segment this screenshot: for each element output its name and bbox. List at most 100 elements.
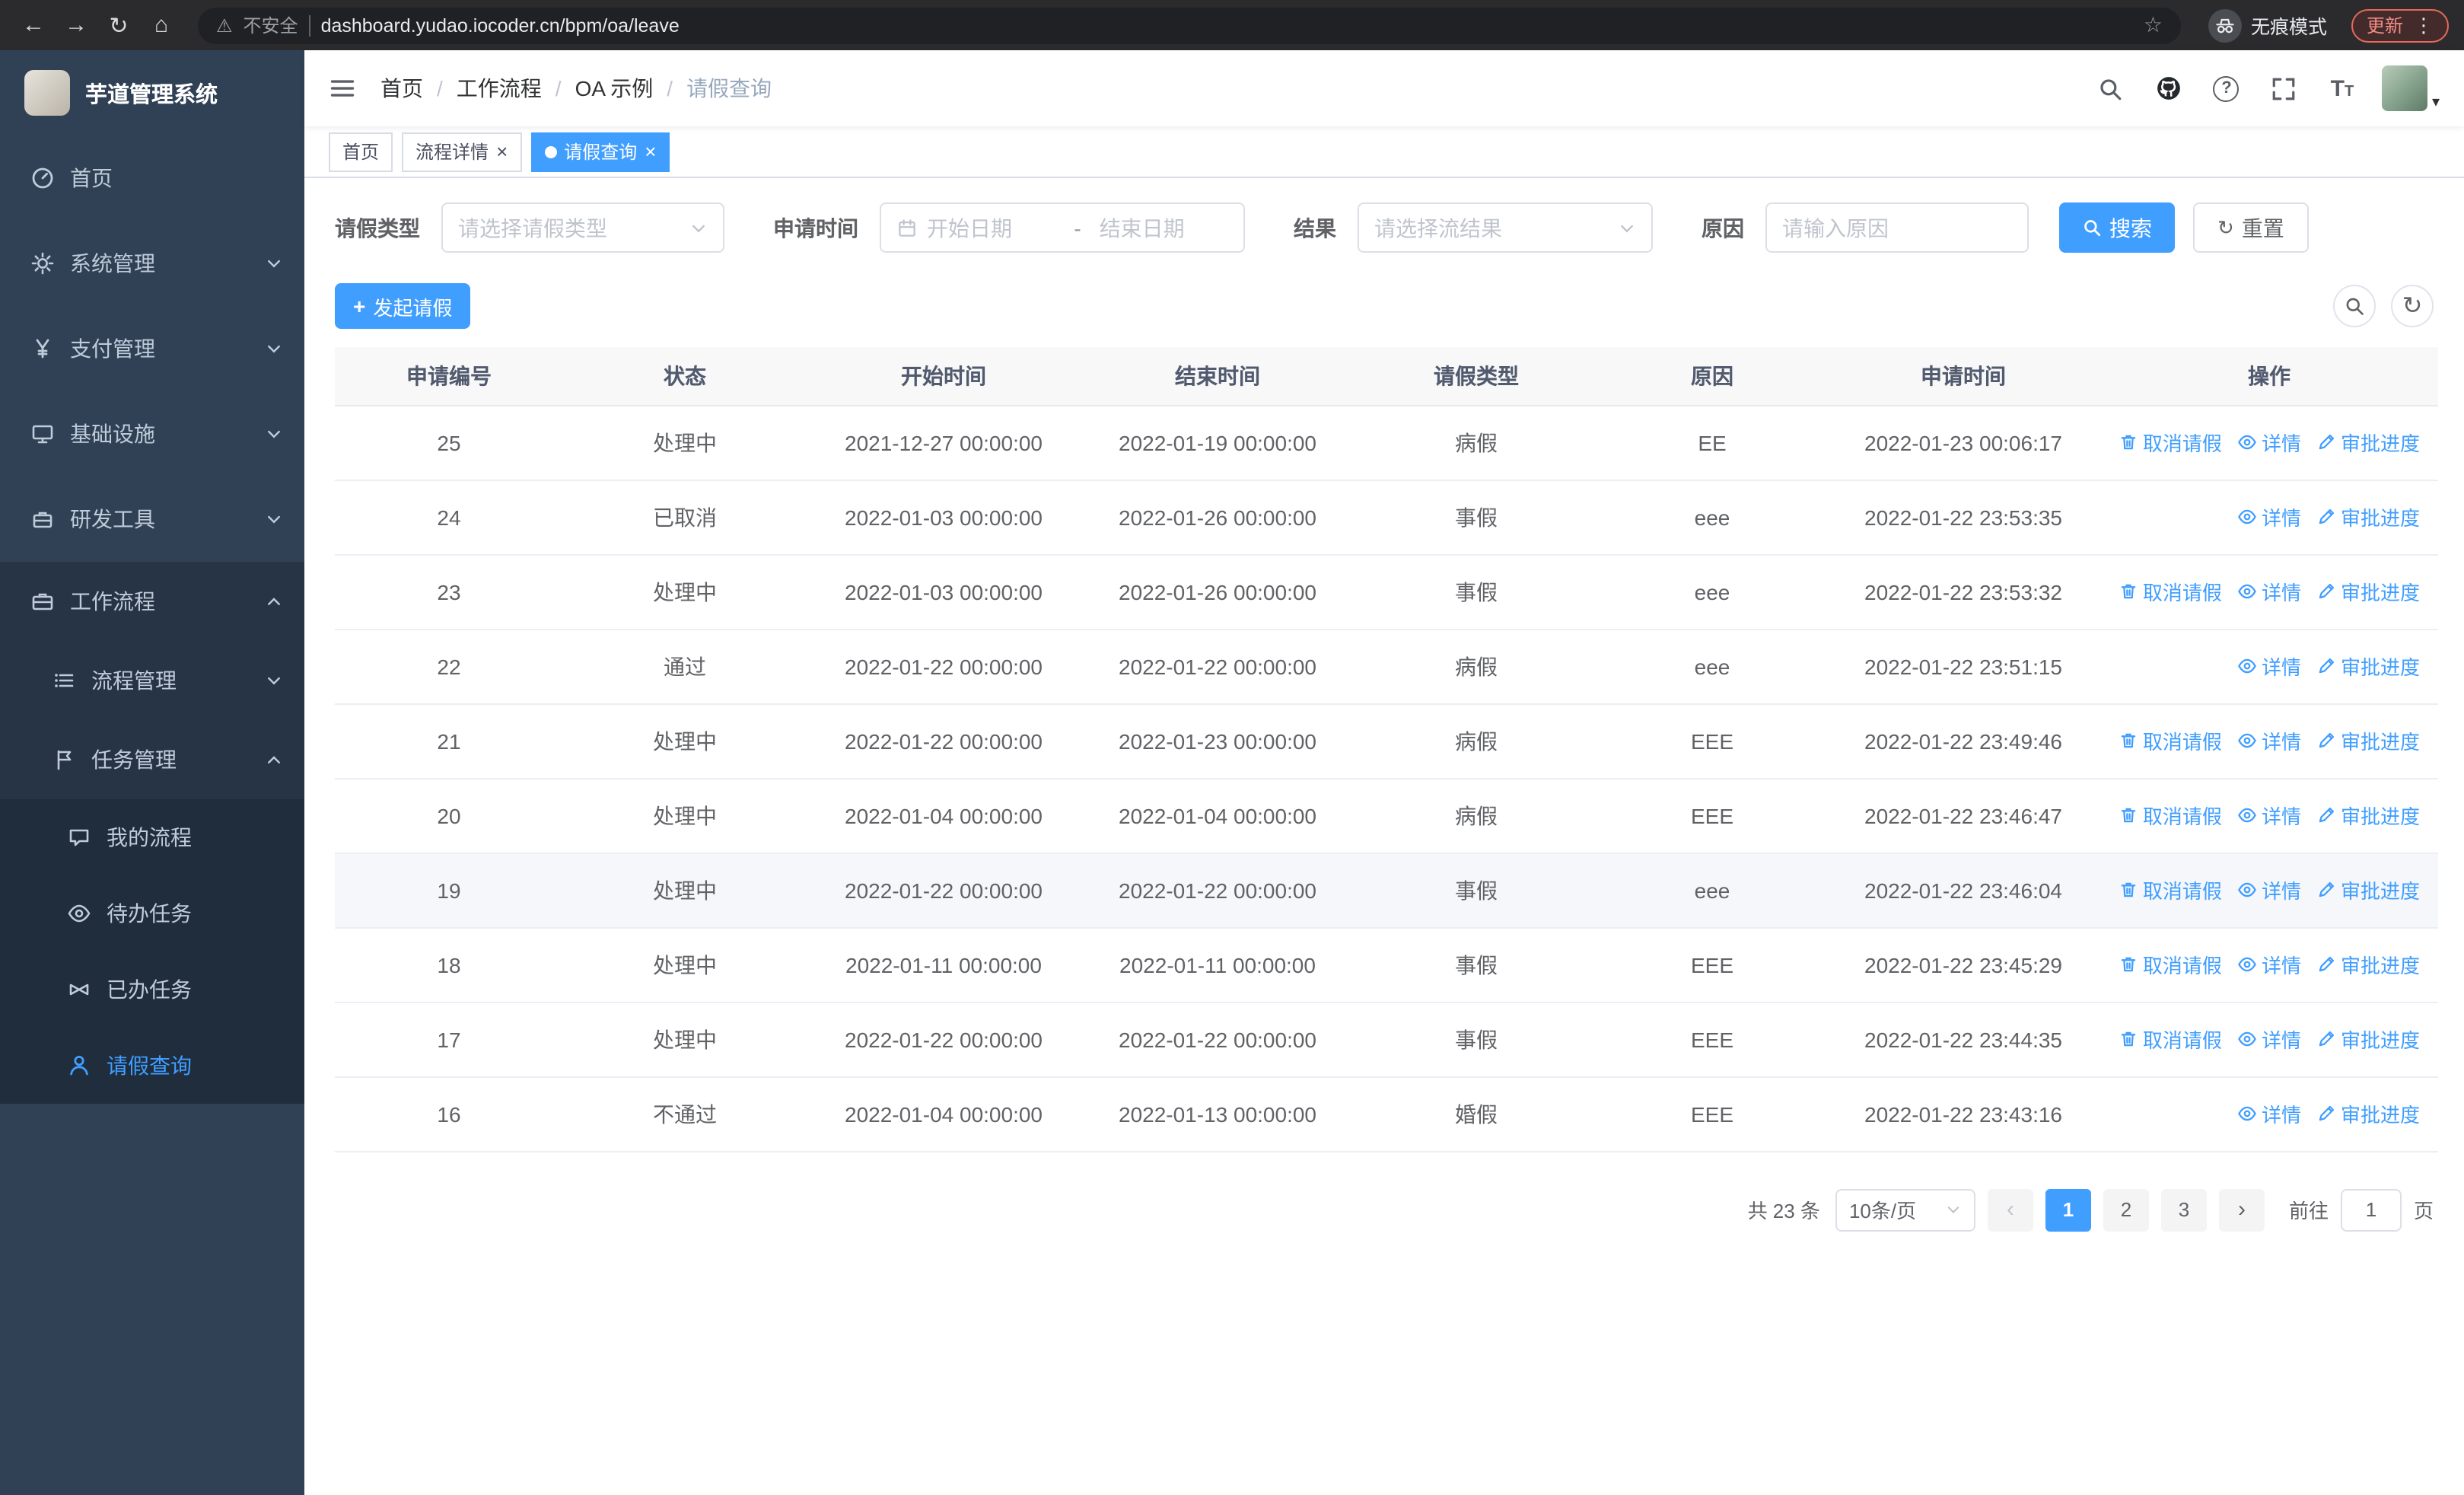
user-menu[interactable]: ▾ (2381, 65, 2440, 111)
flag-icon (57, 750, 72, 770)
sidebar-item-leave-query[interactable]: 请假查询 (0, 1028, 304, 1104)
cell-apply-time: 2022-01-22 23:44:35 (1826, 1002, 2100, 1077)
sidebar-item-done-tasks[interactable]: 已办任务 (0, 952, 304, 1028)
create-leave-button[interactable]: + 发起请假 (335, 283, 471, 329)
not-secure-label[interactable]: 不安全 (244, 12, 298, 38)
sidebar-item-devtools[interactable]: 研发工具 (0, 477, 304, 562)
sidebar-item-system[interactable]: 系统管理 (0, 221, 304, 306)
tab-process-detail[interactable]: 流程详情 × (402, 132, 522, 171)
page-size-select[interactable]: 10条/页 (1835, 1188, 1975, 1231)
row-op-progress[interactable]: 审批进度 (2316, 801, 2420, 830)
row-op-detail[interactable]: 详情 (2237, 726, 2301, 755)
row-op-progress[interactable]: 审批进度 (2316, 652, 2420, 681)
row-op-cancel[interactable]: 取消请假 (2119, 950, 2222, 979)
sidebar-collapse-button[interactable] (329, 75, 356, 102)
col-status: 状态 (563, 347, 807, 406)
fullscreen-button[interactable] (2266, 70, 2303, 107)
breadcrumb-oa-example[interactable]: OA 示例 (575, 73, 654, 104)
url-text[interactable]: dashboard.yudao.iocoder.cn/bpm/oa/leave (321, 14, 680, 36)
page-jump-input[interactable] (2340, 1188, 2402, 1231)
breadcrumb-home[interactable]: 首页 (380, 73, 423, 104)
row-op-cancel[interactable]: 取消请假 (2119, 428, 2222, 457)
page-button-3[interactable]: 3 (2160, 1188, 2207, 1231)
row-op-progress[interactable]: 审批进度 (2316, 875, 2420, 904)
row-op-cancel[interactable]: 取消请假 (2119, 726, 2222, 755)
row-op-detail[interactable]: 详情 (2237, 875, 2301, 904)
row-op-detail[interactable]: 详情 (2237, 428, 2301, 457)
close-icon[interactable]: × (645, 142, 656, 161)
sidebar-item-todo-tasks[interactable]: 待办任务 (0, 875, 304, 952)
sidebar-item-process-mgmt[interactable]: 流程管理 (0, 641, 304, 720)
row-op-detail[interactable]: 详情 (2237, 502, 2301, 531)
row-op-detail[interactable]: 详情 (2237, 1025, 2301, 1054)
search-button[interactable]: 搜索 (2059, 202, 2175, 253)
update-label[interactable]: 更新 (2367, 12, 2403, 38)
browser-update-button[interactable]: 更新 ⋮ (2351, 8, 2449, 42)
app-logo-row[interactable]: 芋道管理系统 (0, 50, 304, 135)
font-size-button[interactable]: TT (2324, 70, 2361, 107)
toggle-search-button[interactable] (2333, 285, 2376, 327)
row-op-progress[interactable]: 审批进度 (2316, 1025, 2420, 1054)
row-op-cancel[interactable]: 取消请假 (2119, 1025, 2222, 1054)
start-date-input[interactable]: 开始日期 (927, 212, 1055, 243)
refresh-table-button[interactable]: ↻ (2391, 285, 2434, 327)
row-op-detail[interactable]: 详情 (2237, 950, 2301, 979)
breadcrumb-workflow[interactable]: 工作流程 (457, 73, 542, 104)
jump-prefix: 前往 (2288, 1200, 2329, 1222)
result-select[interactable]: 请选择流结果 (1358, 202, 1653, 253)
chevron-up-icon (268, 598, 280, 605)
help-button[interactable]: ? (2208, 70, 2245, 107)
cell-end-time: 2022-01-26 00:00:00 (1081, 554, 1355, 630)
address-bar[interactable]: ⚠ 不安全 dashboard.yudao.iocoder.cn/bpm/oa/… (198, 7, 2181, 43)
row-op-progress[interactable]: 审批进度 (2316, 428, 2420, 457)
page-button-1[interactable]: 1 (2045, 1188, 2091, 1231)
row-op-detail[interactable]: 详情 (2237, 652, 2301, 681)
avatar[interactable] (2381, 65, 2427, 111)
sidebar-item-my-process[interactable]: 我的流程 (0, 799, 304, 875)
sidebar-item-home[interactable]: 首页 (0, 135, 304, 221)
row-op-progress[interactable]: 审批进度 (2316, 577, 2420, 606)
sidebar-item-task-mgmt[interactable]: 任务管理 (0, 720, 304, 799)
row-op-detail[interactable]: 详情 (2237, 577, 2301, 606)
page-button-2[interactable]: 2 (2103, 1188, 2149, 1231)
reason-input[interactable]: 请输入原因 (1765, 202, 2029, 253)
browser-reload-icon[interactable]: ↻ (100, 7, 137, 43)
close-icon[interactable]: × (496, 142, 508, 161)
tab-home[interactable]: 首页 (329, 132, 393, 171)
row-op-detail[interactable]: 详情 (2237, 1099, 2301, 1128)
tab-leave-query[interactable]: 请假查询 × (530, 132, 670, 171)
pagination-total: 共 23 条 (1747, 1200, 1820, 1222)
breadcrumb-current: 请假查询 (686, 76, 772, 100)
cell-apply-id: 17 (335, 1002, 563, 1077)
row-op-progress[interactable]: 审批进度 (2316, 502, 2420, 531)
sidebar-item-infra[interactable]: 基础设施 (0, 391, 304, 477)
leave-type-select[interactable]: 请选择请假类型 (441, 202, 724, 253)
cell-apply-id: 19 (335, 853, 563, 928)
row-op-cancel[interactable]: 取消请假 (2119, 875, 2222, 904)
sidebar-item-payment[interactable]: 支付管理 (0, 306, 304, 391)
date-range-picker[interactable]: 开始日期 - 结束日期 (880, 202, 1245, 253)
row-op-cancel[interactable]: 取消请假 (2119, 577, 2222, 606)
tags-view-bar: 首页 流程详情 × 请假查询 × (304, 126, 2464, 178)
browser-forward-icon[interactable]: → (58, 7, 94, 43)
browser-menu-kebab-icon[interactable]: ⋮ (2414, 13, 2434, 37)
end-date-input[interactable]: 结束日期 (1100, 212, 1228, 243)
github-link-button[interactable] (2150, 70, 2187, 107)
cell-apply-id: 16 (335, 1076, 563, 1152)
next-page-button[interactable]: › (2218, 1188, 2265, 1231)
prev-page-button[interactable]: ‹ (1987, 1188, 2033, 1231)
reset-button[interactable]: ↻ 重置 (2193, 202, 2309, 253)
header-search-button[interactable] (2093, 70, 2129, 107)
row-op-progress[interactable]: 审批进度 (2316, 1099, 2420, 1128)
sidebar-item-workflow[interactable]: 工作流程 (0, 562, 304, 641)
row-op-detail[interactable]: 详情 (2237, 801, 2301, 830)
browser-home-icon[interactable]: ⌂ (143, 7, 180, 43)
row-op-progress[interactable]: 审批进度 (2316, 950, 2420, 979)
bookmark-star-icon[interactable]: ☆ (2144, 12, 2163, 38)
browser-back-icon[interactable]: ← (15, 7, 52, 43)
reason-label: 原因 (1702, 215, 1744, 240)
row-op-cancel[interactable]: 取消请假 (2119, 801, 2222, 830)
row-op-progress[interactable]: 审批进度 (2316, 726, 2420, 755)
trash-icon (2121, 584, 2136, 599)
table-row: 25 处理中 2021-12-27 00:00:00 2022-01-19 00… (335, 405, 2438, 480)
